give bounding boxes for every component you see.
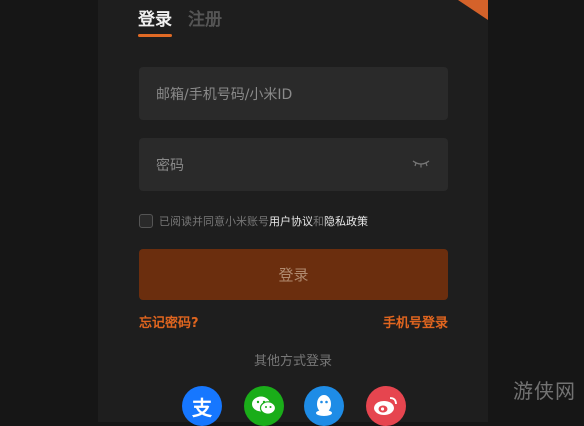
agreement-and: 和: [313, 215, 324, 228]
login-button[interactable]: 登录: [139, 249, 448, 300]
account-placeholder: 邮箱/手机号码/小米ID: [156, 86, 293, 103]
weibo-login-button[interactable]: [366, 386, 406, 426]
tab-register[interactable]: 注册: [188, 5, 222, 30]
password-input[interactable]: 密码: [139, 138, 448, 191]
wechat-icon: [252, 396, 277, 415]
agreement-checkbox[interactable]: [139, 214, 153, 228]
privacy-policy-link[interactable]: 隐私政策: [324, 213, 368, 229]
agreement-row: 已阅读并同意小米账号 用户协议 和 隐私政策: [139, 213, 368, 229]
qq-login-button[interactable]: [304, 386, 344, 426]
user-agreement-link[interactable]: 用户协议: [269, 213, 313, 229]
password-placeholder: 密码: [156, 157, 184, 174]
phone-login-link[interactable]: 手机号登录: [383, 312, 448, 331]
corner-close-icon[interactable]: [458, 0, 488, 20]
alipay-login-button[interactable]: 支: [182, 386, 222, 426]
qq-icon: [316, 395, 332, 416]
alipay-icon: 支: [192, 395, 212, 420]
agreement-prefix: 已阅读并同意小米账号: [159, 215, 269, 228]
auth-tabs: 登录 注册: [138, 5, 222, 37]
watermark-logo: 游侠网: [513, 379, 576, 403]
tab-login[interactable]: 登录: [138, 5, 172, 37]
wechat-login-button[interactable]: [244, 386, 284, 426]
login-panel: 登录 注册 邮箱/手机号码/小米ID 密码 已阅读并同意小米账号 用户协议 和 …: [98, 0, 488, 426]
other-login-methods-label: 其他方式登录: [253, 354, 332, 369]
weibo-icon: [374, 397, 397, 415]
forgot-password-link[interactable]: 忘记密码?: [139, 312, 199, 331]
account-input[interactable]: 邮箱/手机号码/小米ID: [139, 67, 448, 120]
eye-closed-icon[interactable]: [412, 157, 430, 169]
